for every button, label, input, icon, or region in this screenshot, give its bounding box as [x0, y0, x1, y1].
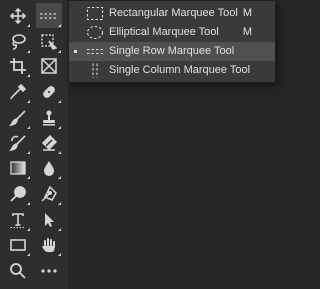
history-brush-icon — [9, 134, 27, 152]
lasso-tool[interactable] — [5, 29, 31, 54]
pen-tool[interactable] — [36, 181, 62, 206]
brush-tool[interactable] — [5, 105, 31, 130]
quick-selection-tool[interactable] — [36, 29, 62, 54]
path-selection-tool[interactable] — [36, 207, 62, 232]
eraser-tool[interactable] — [36, 130, 62, 155]
tool-group-corner — [27, 24, 30, 27]
menu-item-single-row-marquee[interactable]: Single Row Marquee Tool — [69, 42, 275, 61]
blur-tool[interactable] — [36, 155, 62, 180]
marquee-tool[interactable] — [36, 3, 62, 28]
crop-tool[interactable] — [5, 53, 31, 78]
brush-icon — [9, 109, 27, 127]
single-row-marquee-icon — [86, 44, 104, 59]
tool-group-corner — [27, 228, 30, 231]
clone-stamp-icon — [40, 109, 58, 127]
zoom-tool[interactable] — [5, 258, 31, 283]
rectangular-marquee-icon — [86, 6, 104, 21]
gradient-tool[interactable] — [5, 155, 31, 180]
eyedropper-icon — [9, 83, 27, 101]
crop-icon — [9, 57, 27, 75]
frame-icon — [40, 57, 58, 75]
gradient-icon — [9, 159, 27, 177]
dodge-icon — [9, 185, 27, 203]
tool-row — [0, 207, 68, 234]
tool-row — [0, 53, 68, 80]
tool-row — [0, 258, 68, 285]
tool-group-corner — [27, 100, 30, 103]
spot-healing-brush-tool[interactable] — [36, 79, 62, 104]
tool-group-corner — [58, 176, 61, 179]
spot-healing-icon — [40, 83, 58, 101]
tool-group-corner — [27, 202, 30, 205]
tool-group-corner — [58, 100, 61, 103]
marquee-tool-flyout-menu: Rectangular Marquee Tool M Elliptical Ma… — [68, 0, 276, 83]
clone-stamp-tool[interactable] — [36, 105, 62, 130]
path-selection-icon — [40, 211, 58, 229]
tool-row — [0, 29, 68, 56]
tool-group-corner — [58, 151, 61, 154]
elliptical-marquee-icon — [86, 25, 104, 40]
single-column-marquee-icon — [86, 63, 104, 78]
type-tool[interactable] — [5, 207, 31, 232]
eraser-icon — [40, 134, 58, 152]
menu-item-rectangular-marquee[interactable]: Rectangular Marquee Tool M — [69, 4, 275, 23]
tool-row — [0, 79, 68, 106]
tool-group-corner — [27, 74, 30, 77]
tool-group-corner — [58, 228, 61, 231]
menu-item-elliptical-marquee[interactable]: Elliptical Marquee Tool M — [69, 23, 275, 42]
lasso-icon — [9, 33, 27, 51]
hand-icon — [40, 236, 58, 254]
tool-group-corner — [27, 126, 30, 129]
tool-group-corner — [58, 253, 61, 256]
blur-icon — [40, 159, 58, 177]
edit-toolbar-button[interactable] — [36, 258, 62, 283]
quick-selection-icon — [40, 33, 58, 51]
move-icon — [9, 7, 27, 25]
menu-item-shortcut: M — [242, 7, 252, 19]
tool-group-corner — [27, 151, 30, 154]
tool-row — [0, 155, 68, 182]
tool-row — [0, 105, 68, 132]
dodge-tool[interactable] — [5, 181, 31, 206]
tool-row — [0, 181, 68, 208]
zoom-icon — [9, 262, 27, 280]
menu-item-label: Single Row Marquee Tool — [109, 45, 235, 57]
tools-panel — [0, 0, 69, 289]
tool-group-corner — [58, 126, 61, 129]
menu-item-label: Rectangular Marquee Tool — [109, 7, 238, 19]
menu-item-shortcut: M — [242, 26, 252, 38]
type-icon — [9, 211, 27, 229]
menu-item-label: Single Column Marquee Tool — [109, 64, 251, 76]
tool-group-corner — [27, 176, 30, 179]
pen-icon — [40, 185, 58, 203]
more-icon — [40, 268, 58, 274]
rectangle-tool[interactable] — [5, 232, 31, 257]
tool-group-corner — [58, 202, 61, 205]
tool-row — [0, 3, 68, 30]
history-brush-tool[interactable] — [5, 130, 31, 155]
rectangle-icon — [9, 236, 27, 254]
selected-bullet-icon — [74, 50, 77, 53]
frame-tool[interactable] — [36, 53, 62, 78]
single-row-marquee-icon — [39, 11, 59, 21]
menu-item-label: Elliptical Marquee Tool — [109, 26, 219, 38]
hand-tool[interactable] — [36, 232, 62, 257]
eyedropper-tool[interactable] — [5, 79, 31, 104]
tool-group-corner — [27, 253, 30, 256]
tool-row — [0, 232, 68, 259]
menu-item-single-column-marquee[interactable]: Single Column Marquee Tool — [69, 61, 275, 80]
move-tool[interactable] — [5, 3, 31, 28]
tool-row — [0, 130, 68, 157]
tool-group-corner — [58, 24, 61, 27]
